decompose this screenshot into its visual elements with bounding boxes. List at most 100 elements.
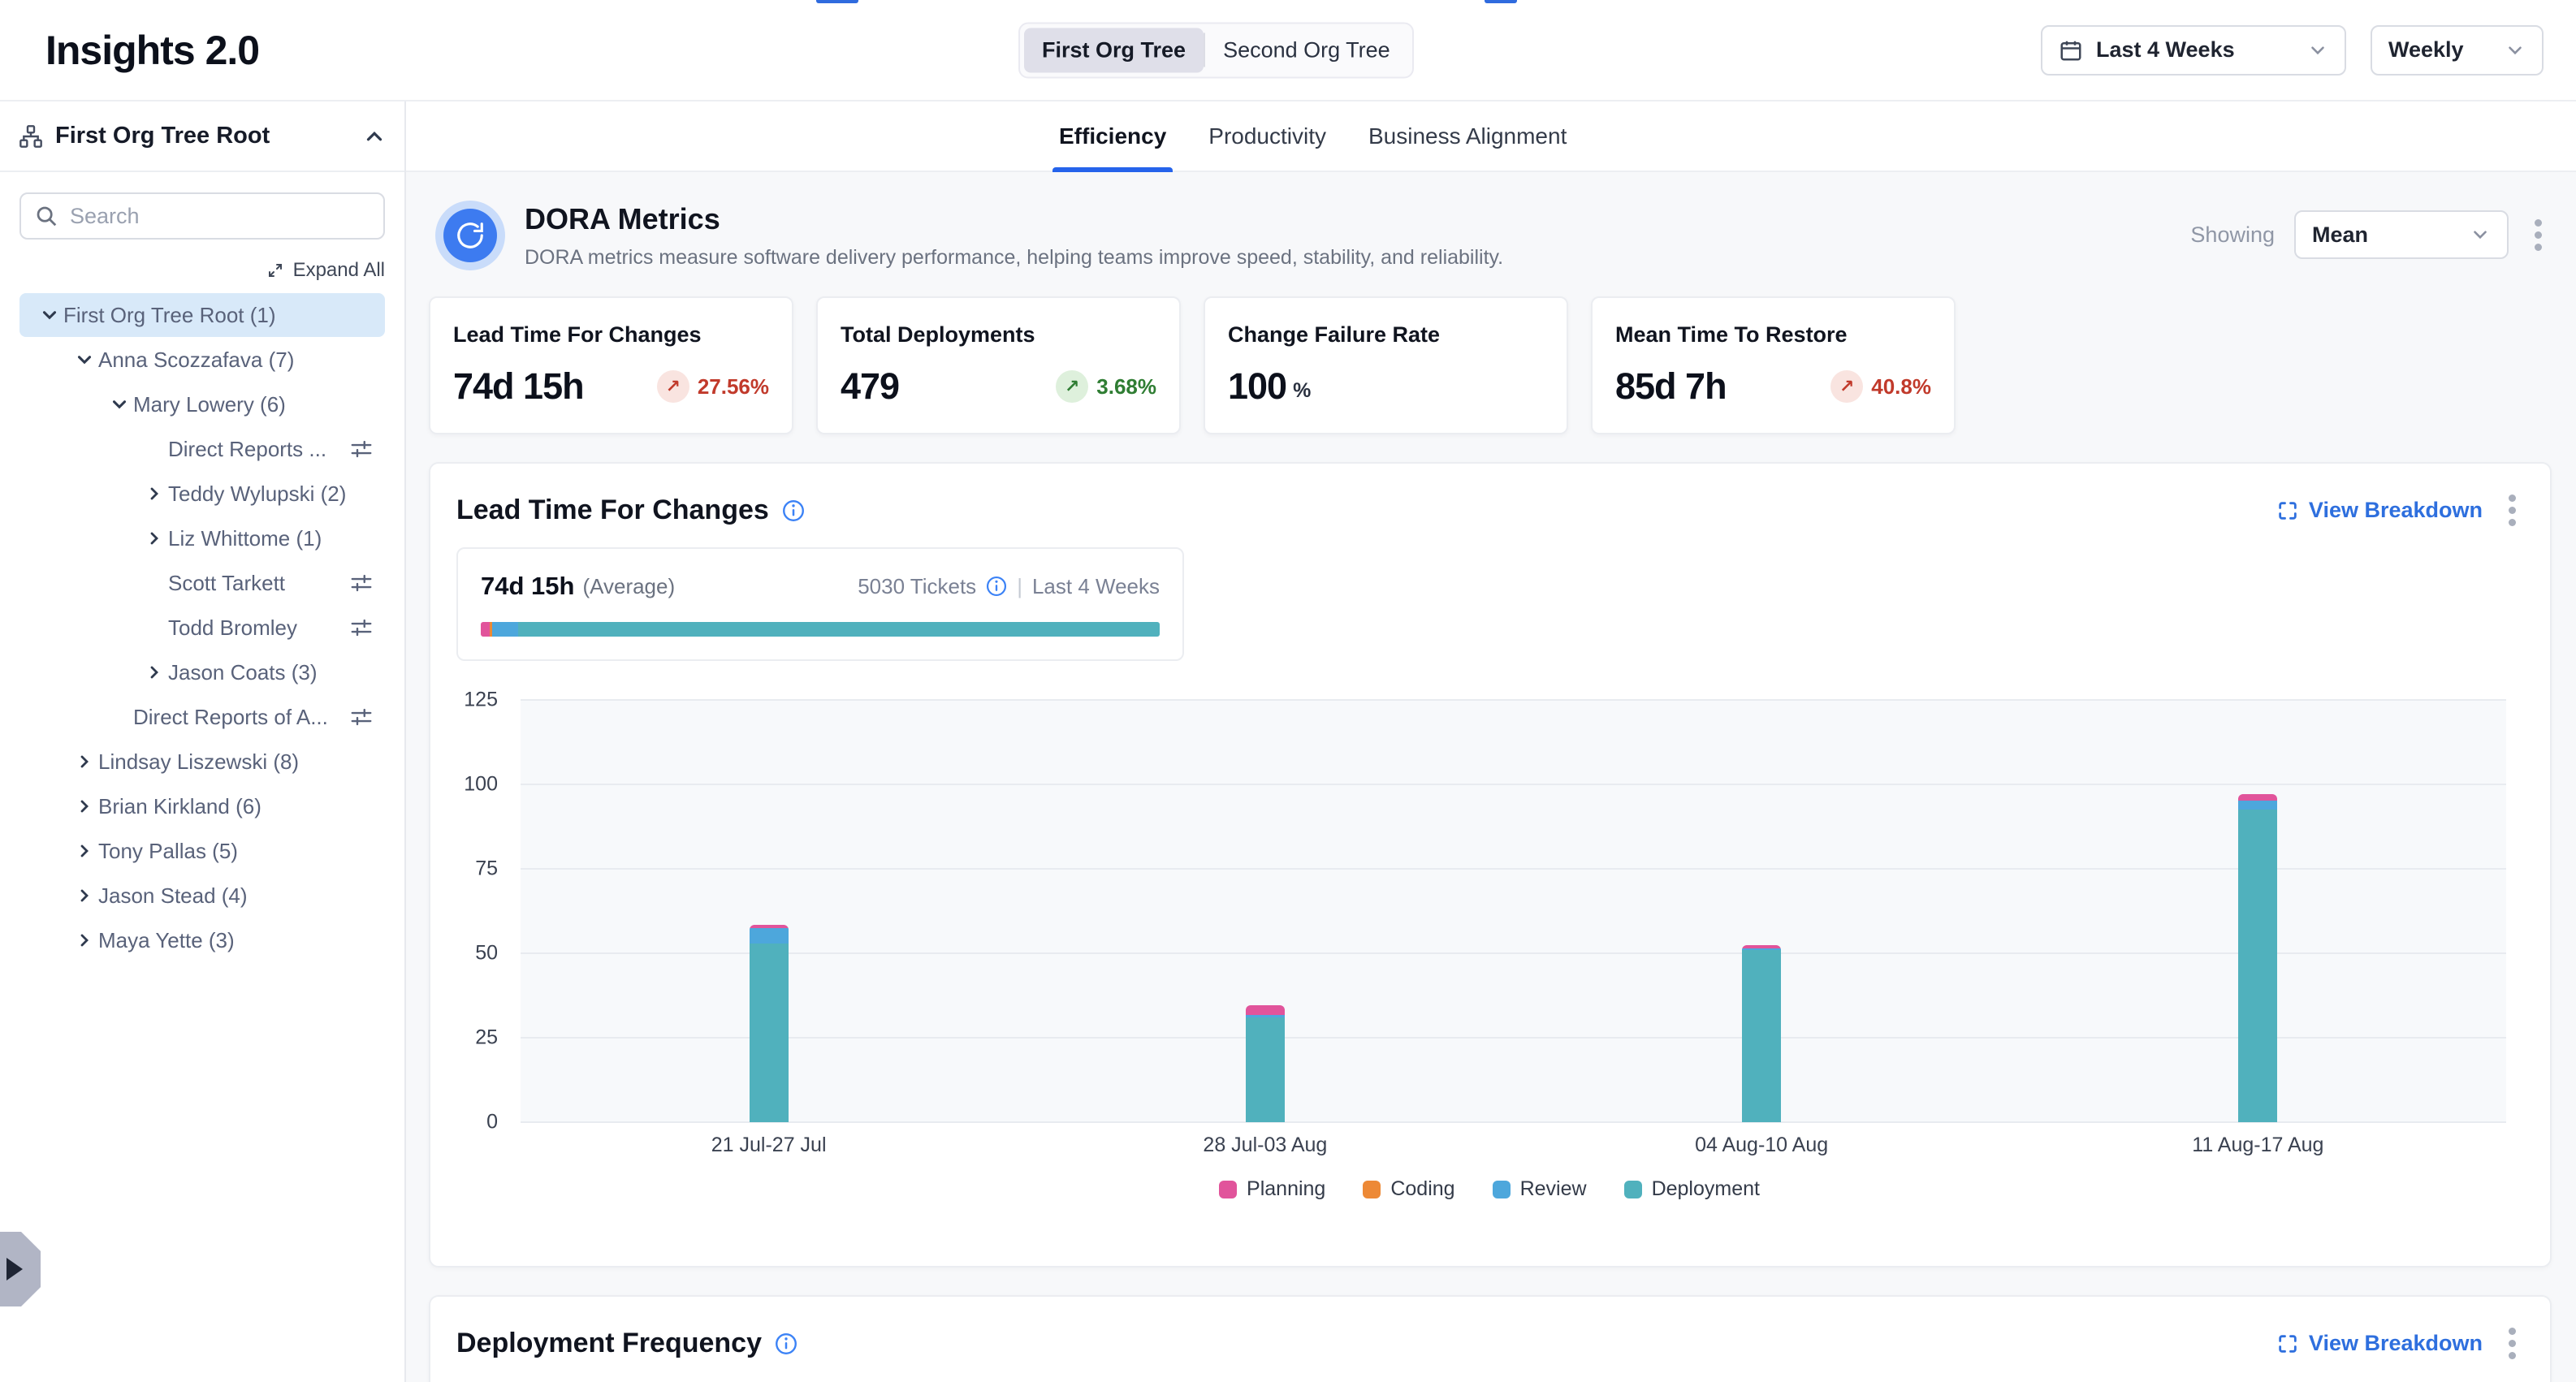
- y-tick-label: 100: [464, 773, 498, 797]
- org-tab-first-org-tree[interactable]: First Org Tree: [1024, 28, 1204, 72]
- filter-sliders-icon[interactable]: [349, 437, 374, 461]
- org-tab-second-org-tree[interactable]: Second Org Tree: [1205, 28, 1408, 72]
- stage-segment-planning: [481, 622, 490, 637]
- filter-sliders-icon[interactable]: [349, 571, 374, 595]
- tab-productivity[interactable]: Productivity: [1205, 101, 1329, 171]
- y-tick-label: 75: [475, 857, 498, 881]
- chevron-right-icon[interactable]: [140, 529, 168, 548]
- chevron-right-icon[interactable]: [71, 752, 98, 771]
- tree-item[interactable]: Teddy Wylupski (2): [19, 472, 385, 516]
- dora-title: DORA Metrics: [525, 202, 1503, 236]
- stacked-bar[interactable]: [750, 925, 789, 1122]
- metric-card: Lead Time For Changes74d 15h↗27.56%: [429, 296, 793, 434]
- stacked-bar[interactable]: [2238, 794, 2277, 1122]
- tree-item[interactable]: Scott Tarkett: [19, 561, 385, 605]
- info-icon[interactable]: [986, 576, 1007, 597]
- legend-label: Deployment: [1652, 1177, 1760, 1201]
- view-breakdown-button[interactable]: View Breakdown: [2276, 1331, 2483, 1356]
- tree-item[interactable]: Todd Bromley: [19, 606, 385, 650]
- tree-item-label: Jason Stead (4): [98, 883, 248, 909]
- summary-qualifier: (Average): [582, 574, 675, 599]
- aggregation-select[interactable]: Mean: [2294, 210, 2509, 259]
- summary-range: Last 4 Weeks: [1032, 574, 1160, 599]
- cycle-arrow-icon: [443, 209, 497, 262]
- lead-time-title: Lead Time For Changes: [456, 494, 769, 526]
- kebab-menu-icon[interactable]: [2502, 1321, 2522, 1366]
- view-breakdown-button[interactable]: View Breakdown: [2276, 498, 2483, 523]
- legend-swatch: [1219, 1181, 1237, 1198]
- deployment-frequency-panel: Deployment Frequency View Breakdown: [429, 1295, 2552, 1382]
- tree-item[interactable]: Tony Pallas (5): [19, 829, 385, 873]
- kebab-menu-icon[interactable]: [2502, 488, 2522, 533]
- chevron-right-icon[interactable]: [71, 886, 98, 905]
- bar-segment-review: [2238, 801, 2277, 809]
- org-tree: First Org Tree Root (1)Anna Scozzafava (…: [0, 293, 404, 962]
- y-tick-label: 0: [486, 1111, 498, 1134]
- tree-item-label: Direct Reports of A...: [133, 705, 328, 730]
- collapse-sidebar-chevron-up-icon[interactable]: [362, 124, 387, 149]
- tree-item[interactable]: Maya Yette (3): [19, 918, 385, 962]
- app-root: Insights 2.0 First Org TreeSecond Org Tr…: [0, 0, 2576, 1382]
- bar-segment-review: [750, 928, 789, 944]
- tree-item-label: Lindsay Liszewski (8): [98, 749, 299, 775]
- tree-item[interactable]: First Org Tree Root (1): [19, 293, 385, 337]
- lead-time-summary-row: 74d 15h (Average) 5030 Tickets | Last 4 …: [481, 572, 1160, 601]
- metric-value: 100: [1228, 365, 1286, 408]
- granularity-value: Weekly: [2388, 37, 2464, 63]
- chevron-down-icon[interactable]: [71, 349, 98, 370]
- chevron-right-icon[interactable]: [71, 797, 98, 816]
- kebab-menu-icon[interactable]: [2528, 213, 2548, 257]
- chevron-down-icon[interactable]: [106, 394, 133, 415]
- metric-value: 479: [841, 365, 899, 408]
- tree-item[interactable]: Liz Whittome (1): [19, 516, 385, 560]
- chevron-down-icon[interactable]: [36, 304, 63, 326]
- y-tick-label: 125: [464, 689, 498, 712]
- info-icon[interactable]: [782, 499, 805, 522]
- tree-item-label: Brian Kirkland (6): [98, 794, 261, 819]
- granularity-select[interactable]: Weekly: [2371, 25, 2544, 76]
- tree-item[interactable]: Brian Kirkland (6): [19, 784, 385, 828]
- chevron-right-icon[interactable]: [140, 484, 168, 503]
- stacked-bar[interactable]: [1246, 1005, 1285, 1122]
- tree-item[interactable]: Direct Reports ...: [19, 427, 385, 471]
- tree-item[interactable]: Jason Stead (4): [19, 874, 385, 918]
- top-edge-link-artifact: [1485, 0, 1517, 3]
- expand-all-button[interactable]: Expand All: [19, 259, 385, 282]
- sidebar-root-title: First Org Tree Root: [55, 123, 351, 149]
- tab-business-alignment[interactable]: Business Alignment: [1365, 101, 1570, 171]
- metric-cards: Lead Time For Changes74d 15h↗27.56%Total…: [429, 296, 2552, 434]
- trend-up-arrow-icon: ↗: [1830, 370, 1863, 403]
- date-range-select[interactable]: Last 4 Weeks: [2041, 25, 2346, 76]
- chevron-right-icon[interactable]: [71, 841, 98, 861]
- chevron-right-icon[interactable]: [140, 663, 168, 682]
- stacked-bar[interactable]: [1742, 945, 1781, 1122]
- tree-item[interactable]: Lindsay Liszewski (8): [19, 740, 385, 784]
- x-tick-label: 11 Aug-17 Aug: [2192, 1134, 2323, 1157]
- metric-value: 74d 15h: [453, 365, 584, 408]
- tree-item-label: Teddy Wylupski (2): [168, 482, 346, 507]
- metric-title: Change Failure Rate: [1228, 322, 1544, 348]
- info-icon[interactable]: [775, 1332, 797, 1355]
- bar-segment-planning: [1246, 1005, 1285, 1015]
- tree-item[interactable]: Jason Coats (3): [19, 650, 385, 694]
- tree-item-label: Jason Coats (3): [168, 660, 318, 685]
- trend-value: 40.8%: [1871, 374, 1931, 399]
- tree-item[interactable]: Direct Reports of A...: [19, 695, 385, 739]
- dora-icon-ring: [435, 201, 505, 270]
- search-input[interactable]: Search: [19, 192, 385, 240]
- tree-item-label: Liz Whittome (1): [168, 526, 322, 551]
- tree-item[interactable]: Anna Scozzafava (7): [19, 338, 385, 382]
- filter-sliders-icon[interactable]: [349, 615, 374, 640]
- metric-card: Total Deployments479↗3.68%: [816, 296, 1181, 434]
- chevron-right-icon[interactable]: [71, 931, 98, 950]
- legend-item-planning: Planning: [1219, 1177, 1325, 1201]
- metric-value-row: 100%: [1228, 365, 1544, 408]
- main-content: DORA Metrics DORA metrics measure softwa…: [406, 172, 2576, 1382]
- view-breakdown-label: View Breakdown: [2309, 1331, 2483, 1356]
- chevron-right-icon: [6, 1258, 23, 1281]
- metric-value-row: 74d 15h↗27.56%: [453, 365, 769, 408]
- tree-item-label: Tony Pallas (5): [98, 839, 238, 864]
- filter-sliders-icon[interactable]: [349, 705, 374, 729]
- tree-item[interactable]: Mary Lowery (6): [19, 382, 385, 426]
- tab-efficiency[interactable]: Efficiency: [1056, 101, 1169, 171]
